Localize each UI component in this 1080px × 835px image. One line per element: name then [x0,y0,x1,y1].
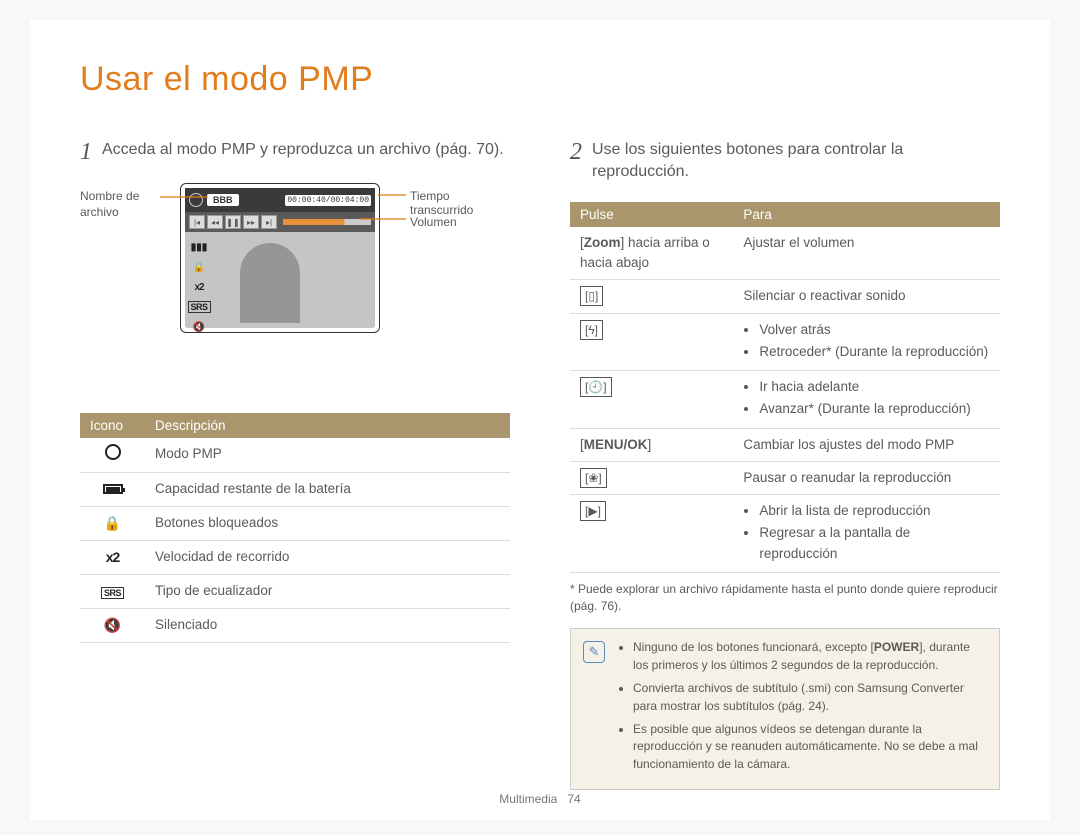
playback-controls: |◂ ◂◂ ❚❚ ▸▸ ▸| [185,212,375,232]
list-item: Abrir la lista de reproducción [759,501,990,521]
pmp-diagram: Nombre de archivo BBB 00:00:40/00:04:00 … [80,183,510,383]
lock-icon: 🔒 [104,515,121,531]
list-item: Regresar a la pantalla de reproducción [759,523,990,564]
left-column: 1 Acceda al modo PMP y reproduzca un arc… [80,139,510,790]
press-col-header: Pulse [570,202,733,227]
press-cell: [ϟ] [570,313,733,371]
macro-icon: [❀] [580,468,607,488]
list-item: Ir hacia adelante [759,377,990,397]
play-icon: [▶] [580,501,606,521]
table-row: Modo PMP [80,438,510,473]
pause-icon[interactable]: ❚❚ [225,215,241,229]
table-row: [Zoom] hacia arriba o hacia abajo Ajusta… [570,227,1000,280]
film-reel-icon [105,444,121,460]
press-cell: [▶] [570,495,733,573]
filename-value: BBB [207,194,239,206]
to-cell: Abrir la lista de reproducción Regresar … [733,495,1000,573]
footer-page: 74 [567,792,580,806]
icon-desc: Velocidad de recorrido [145,541,510,575]
icon-desc: Tipo de ecualizador [145,575,510,609]
icon-desc: Capacidad restante de la batería [145,473,510,507]
battery-icon [103,484,123,494]
icon-desc: Botones bloqueados [145,507,510,541]
info-icon: ✎ [583,641,605,663]
table-row: 🔇 Silenciado [80,609,510,643]
icon-desc: Modo PMP [145,438,510,473]
lock-icon: 🔒 [191,260,207,274]
x2-icon: x2 [106,549,120,565]
srs-icon: SRS [101,587,124,599]
step-2: 2 Use los siguientes botones para contro… [570,139,1000,184]
icon-table: Icono Descripción Modo PMP Capacidad res… [80,413,510,643]
skip-back-icon[interactable]: |◂ [189,215,205,229]
table-row: [▯] Silenciar o reactivar sonido [570,280,1000,313]
step-number: 2 [570,139,582,165]
page-footer: Multimedia 74 [30,792,1050,806]
manual-page: Usar el modo PMP 1 Acceda al modo PMP y … [30,20,1050,820]
press-cell: [❀] [570,461,733,494]
table-row: [MENU/OK] Cambiar los ajustes del modo P… [570,428,1000,461]
control-table: Pulse Para [Zoom] hacia arriba o hacia a… [570,202,1000,573]
mute-icon: 🔇 [191,320,207,334]
battery-icon: ▮▮▮ [191,240,207,254]
label-filename: Nombre de archivo [80,189,160,220]
label-volume: Volumen [410,215,457,229]
list-item: Retroceder* (Durante la reproducción) [759,342,990,362]
footnote: * Puede explorar un archivo rápidamente … [570,581,1000,615]
step-1-text: Acceda al modo PMP y reproduzca un archi… [102,139,510,161]
infobox-item: Es posible que algunos vídeos se detenga… [633,721,987,773]
table-row: Capacidad restante de la batería [80,473,510,507]
table-row: x2 Velocidad de recorrido [80,541,510,575]
label-time: Tiempo transcurrido [410,189,510,217]
icon-desc: Silenciado [145,609,510,643]
page-title: Usar el modo PMP [80,60,1000,99]
icon-col-header: Icono [80,413,145,438]
rewind-icon[interactable]: ◂◂ [207,215,223,229]
table-row: [ϟ] Volver atrás Retroceder* (Durante la… [570,313,1000,371]
video-silhouette [240,243,300,323]
fastfwd-icon[interactable]: ▸▸ [243,215,259,229]
to-col-header: Para [733,202,1000,227]
info-box: ✎ Ninguno de los botones funcionará, exc… [570,628,1000,790]
to-cell: Ir hacia adelante Avanzar* (Durante la r… [733,371,1000,429]
device-frame: BBB 00:00:40/00:04:00 |◂ ◂◂ ❚❚ ▸▸ ▸| [180,183,380,333]
list-item: Volver atrás [759,320,990,340]
step-1: 1 Acceda al modo PMP y reproduzca un arc… [80,139,510,165]
infobox-item: Ninguno de los botones funcionará, excep… [633,639,987,674]
to-cell: Ajustar el volumen [733,227,1000,280]
step-number: 1 [80,139,92,165]
list-item: Avanzar* (Durante la reproducción) [759,399,990,419]
film-reel-icon [189,193,203,207]
to-cell: Pausar o reanudar la reproducción [733,461,1000,494]
press-cell: [🕘] [570,371,733,429]
desc-col-header: Descripción [145,413,510,438]
srs-icon: SRS [191,300,207,314]
device-topbar: BBB 00:00:40/00:04:00 [185,188,375,212]
press-cell: [MENU/OK] [570,428,733,461]
skip-fwd-icon[interactable]: ▸| [261,215,277,229]
table-row: SRS Tipo de ecualizador [80,575,510,609]
table-row: 🔒 Botones bloqueados [80,507,510,541]
to-cell: Volver atrás Retroceder* (Durante la rep… [733,313,1000,371]
footer-section: Multimedia [499,792,557,806]
time-value: 00:00:40/00:04:00 [285,195,371,206]
to-cell: Cambiar los ajustes del modo PMP [733,428,1000,461]
device-side-icons: ▮▮▮ 🔒 x2 SRS 🔇 [191,240,207,334]
press-cell: [Zoom] hacia arriba o hacia abajo [570,227,733,280]
mute-icon: 🔇 [104,617,121,633]
timer-icon: [🕘] [580,377,612,397]
table-row: [▶] Abrir la lista de reproducción Regre… [570,495,1000,573]
infobox-item: Convierta archivos de subtítulo (.smi) c… [633,680,987,715]
table-row: [❀] Pausar o reanudar la reproducción [570,461,1000,494]
flash-icon: [ϟ] [580,320,603,340]
volume-bar[interactable] [283,219,371,225]
table-row: [🕘] Ir hacia adelante Avanzar* (Durante … [570,371,1000,429]
step-2-text: Use los siguientes botones para controla… [592,139,1000,184]
press-cell: [▯] [570,280,733,313]
x2-icon: x2 [191,280,207,294]
right-column: 2 Use los siguientes botones para contro… [570,139,1000,790]
display-icon: [▯] [580,286,603,306]
to-cell: Silenciar o reactivar sonido [733,280,1000,313]
